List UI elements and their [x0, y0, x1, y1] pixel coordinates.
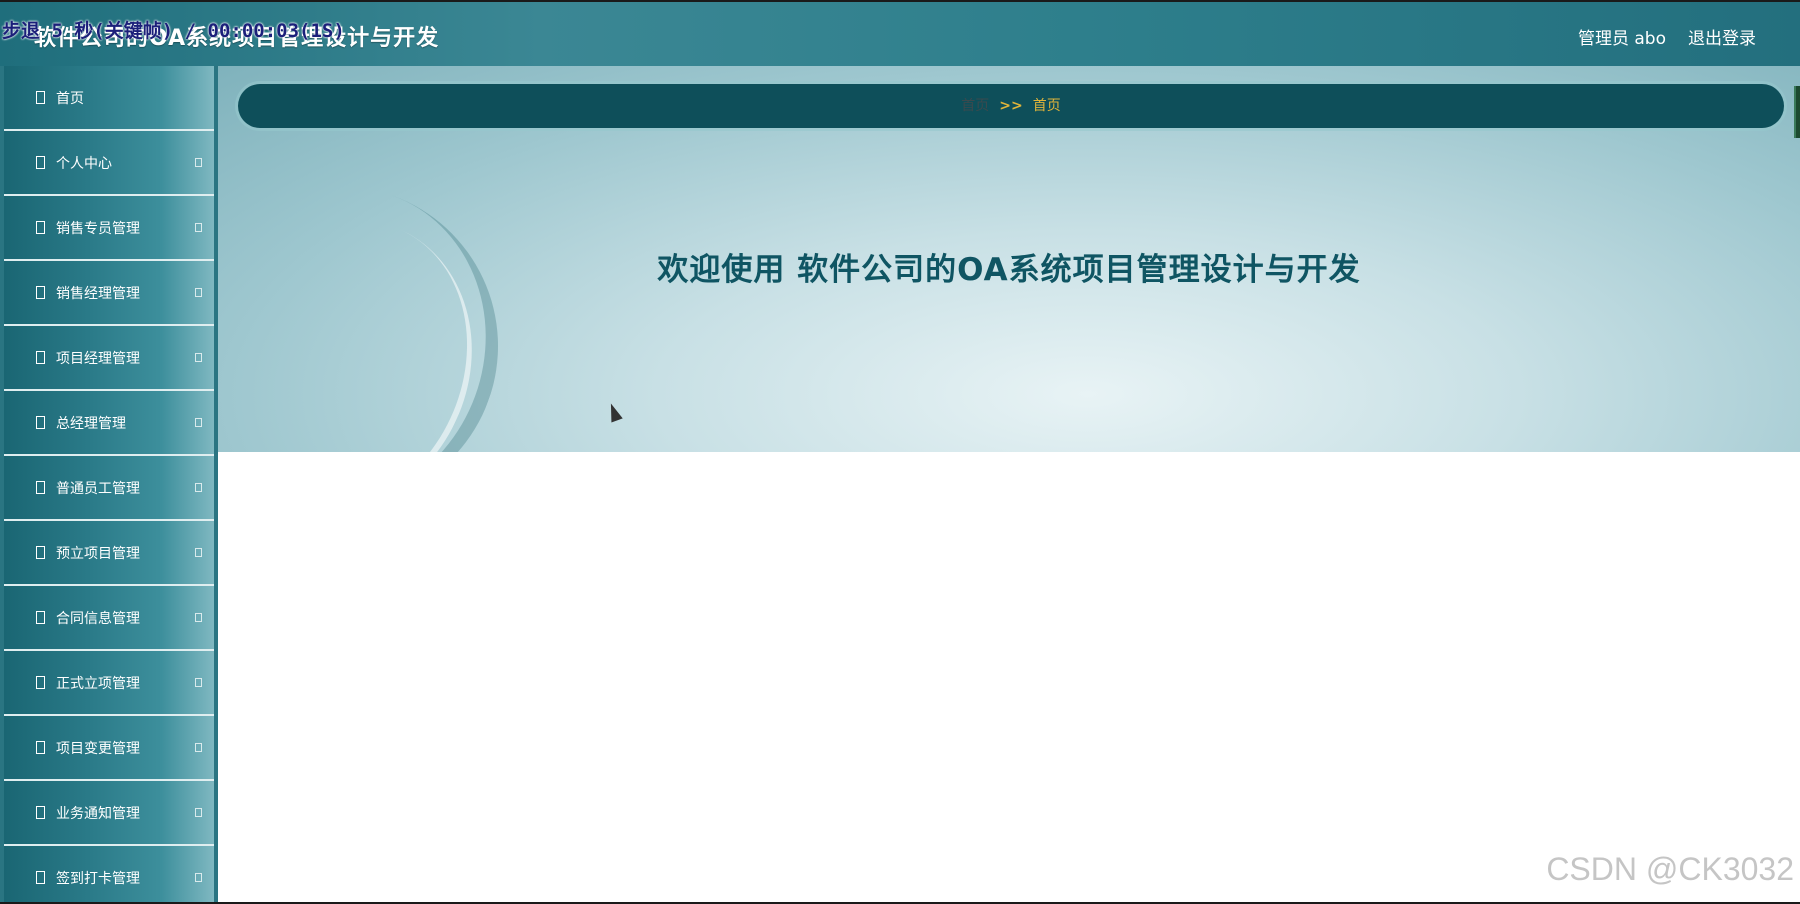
breadcrumb: 首页 >> 首页	[238, 84, 1784, 128]
breadcrumb-separator: >>	[999, 98, 1023, 114]
menu-icon	[36, 806, 45, 819]
expand-icon	[195, 353, 202, 362]
menu-icon	[36, 481, 45, 494]
expand-icon	[195, 678, 202, 687]
sidebar-item-label: 项目变更管理	[56, 741, 140, 757]
menu-icon	[36, 416, 45, 429]
menu-icon	[36, 871, 45, 884]
sidebar: 首页 个人中心 销售专员管理 销售经理管理 项目经理管理 总经理管理 普通员工管…	[0, 66, 218, 902]
menu-icon	[36, 741, 45, 754]
current-user: 管理员 abo	[1577, 29, 1666, 49]
sidebar-item-notice[interactable]: 业务通知管理	[4, 781, 214, 846]
sidebar-item-attendance[interactable]: 签到打卡管理	[4, 846, 214, 902]
expand-icon	[195, 548, 202, 557]
sidebar-item-label: 签到打卡管理	[56, 871, 140, 887]
menu-icon	[36, 91, 45, 104]
expand-icon	[195, 613, 202, 622]
sidebar-item-label: 销售经理管理	[56, 286, 140, 302]
menu-icon	[36, 156, 45, 169]
sidebar-item-label: 正式立项管理	[56, 676, 140, 692]
main-content: 首页 >> 首页 欢迎使用 软件公司的OA系统项目管理设计与开发 CSDN @CK3…	[218, 66, 1800, 902]
expand-icon	[195, 483, 202, 492]
sidebar-item-sales-specialist[interactable]: 销售专员管理	[4, 196, 214, 261]
logout-link[interactable]: 退出登录	[1688, 24, 1756, 49]
watermark: CSDN @CK3032	[1546, 851, 1794, 887]
breadcrumb-home[interactable]: 首页	[961, 98, 989, 114]
sidebar-item-home[interactable]: 首页	[4, 66, 214, 131]
menu-icon	[36, 546, 45, 559]
expand-icon	[195, 808, 202, 817]
expand-icon	[195, 158, 202, 167]
scrollbar-thumb[interactable]	[1794, 86, 1800, 138]
menu-icon	[36, 611, 45, 624]
sidebar-item-pre-project[interactable]: 预立项目管理	[4, 521, 214, 586]
menu-icon	[36, 351, 45, 364]
sidebar-item-label: 普通员工管理	[56, 481, 140, 497]
expand-icon	[195, 418, 202, 427]
sidebar-item-label: 个人中心	[56, 156, 112, 172]
sidebar-item-sales-manager[interactable]: 销售经理管理	[4, 261, 214, 326]
welcome-heading: 欢迎使用 软件公司的OA系统项目管理设计与开发	[657, 252, 1361, 288]
sidebar-item-label: 预立项目管理	[56, 546, 140, 562]
expand-icon	[195, 223, 202, 232]
menu-icon	[36, 676, 45, 689]
sidebar-item-formal-project[interactable]: 正式立项管理	[4, 651, 214, 716]
sidebar-item-label: 总经理管理	[56, 416, 126, 432]
sidebar-item-label: 项目经理管理	[56, 351, 140, 367]
expand-icon	[195, 288, 202, 297]
sidebar-item-general-manager[interactable]: 总经理管理	[4, 391, 214, 456]
sidebar-item-project-change[interactable]: 项目变更管理	[4, 716, 214, 781]
sidebar-item-profile[interactable]: 个人中心	[4, 131, 214, 196]
app-window: 软件公司的OA系统项目管理设计与开发 步退 5 秒(关键帧) / 00:00:0…	[0, 2, 1800, 902]
player-overlay-text: 步退 5 秒(关键帧) / 00:00:03(1S)	[2, 20, 345, 42]
welcome-banner: 首页 >> 首页 欢迎使用 软件公司的OA系统项目管理设计与开发	[218, 66, 1800, 452]
sidebar-item-label: 首页	[56, 91, 84, 107]
sidebar-item-label: 业务通知管理	[56, 806, 140, 822]
expand-icon	[195, 873, 202, 882]
breadcrumb-current: 首页	[1032, 98, 1061, 114]
sidebar-item-project-manager[interactable]: 项目经理管理	[4, 326, 214, 391]
sidebar-item-label: 销售专员管理	[56, 221, 140, 237]
menu-icon	[36, 221, 45, 234]
expand-icon	[195, 743, 202, 752]
header-bar: 软件公司的OA系统项目管理设计与开发 步退 5 秒(关键帧) / 00:00:0…	[0, 2, 1800, 66]
sidebar-item-label: 合同信息管理	[56, 611, 140, 627]
menu-icon	[36, 286, 45, 299]
sidebar-item-employee[interactable]: 普通员工管理	[4, 456, 214, 521]
sidebar-item-contract[interactable]: 合同信息管理	[4, 586, 214, 651]
